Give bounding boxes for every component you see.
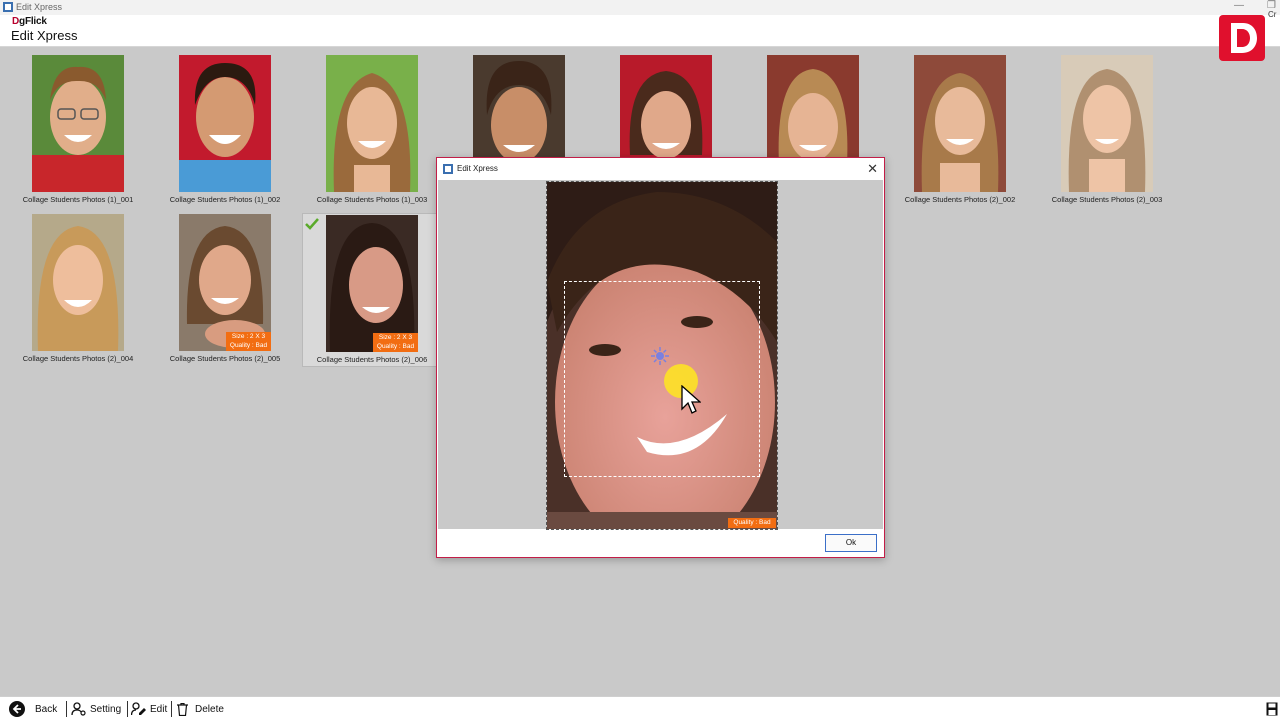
photo-thumbnail xyxy=(32,214,124,351)
back-arrow-icon xyxy=(9,701,25,717)
dgflick-logo xyxy=(1219,15,1265,61)
user-settings-icon xyxy=(71,702,86,716)
quality-badge: Size : 2 X 3 Quality : Bad xyxy=(373,333,418,352)
photo-tile[interactable]: Collage Students Photos (2)_003 xyxy=(1033,55,1162,205)
photo-caption: Collage Students Photos (1)_003 xyxy=(316,195,428,204)
photo-tile[interactable]: Collage Students Photos (1)_002 xyxy=(151,55,280,205)
mouse-cursor-icon xyxy=(681,385,701,414)
minimize-icon[interactable]: — xyxy=(1234,0,1244,11)
photo-caption: Collage Students Photos (2)_004 xyxy=(22,354,134,363)
edit-user-icon xyxy=(131,702,146,716)
edit-photo[interactable]: Quality : Bad xyxy=(546,181,778,530)
bottom-toolbar: Back Setting Edit Delete xyxy=(0,696,1280,721)
window-title: Edit Xpress xyxy=(16,2,63,12)
photo-thumbnail: Size : 2 X 3 Quality : Bad xyxy=(326,215,418,352)
photo-tile-selected[interactable]: Size : 2 X 3 Quality : Bad Collage Stude… xyxy=(302,213,440,367)
photo-caption: Collage Students Photos (2)_003 xyxy=(1051,195,1163,204)
photo-caption: Collage Students Photos (2)_005 xyxy=(169,354,281,363)
back-label: Back xyxy=(35,703,58,715)
ok-button[interactable]: Ok xyxy=(825,534,877,552)
photo-tile[interactable]: Collage Students Photos (2)_002 xyxy=(886,55,1015,205)
brand-logo-text: DgFlick xyxy=(12,16,47,27)
setting-button[interactable]: Setting xyxy=(71,701,121,717)
photo-tile[interactable]: Collage Students Photos (2)_004 xyxy=(4,214,133,364)
delete-label: Delete xyxy=(195,703,224,715)
header-overflow-text: Cr xyxy=(1268,10,1277,19)
window-titlebar: Edit Xpress — ❐ xyxy=(0,0,1280,15)
back-button[interactable]: Back xyxy=(9,701,57,717)
dialog-titlebar: Edit Xpress ✕ xyxy=(437,158,884,180)
checkmark-icon xyxy=(305,218,319,230)
crop-frame[interactable] xyxy=(564,281,760,477)
app-header: DgFlick Edit Xpress xyxy=(0,15,1280,47)
quality-badge: Size : 2 X 3 Quality : Bad xyxy=(226,332,271,351)
photo-thumbnail: Size : 2 X 3 Quality : Bad xyxy=(179,214,271,351)
photo-thumbnail xyxy=(1061,55,1153,192)
photo-caption: Collage Students Photos (1)_001 xyxy=(22,195,134,204)
photo-tile[interactable]: Collage Students Photos (1)_003 xyxy=(298,55,427,205)
dialog-canvas: Quality : Bad xyxy=(438,180,883,530)
close-icon[interactable]: ✕ xyxy=(867,161,878,177)
edit-label: Edit xyxy=(150,703,168,715)
save-icon[interactable] xyxy=(1266,702,1278,716)
photo-thumbnail xyxy=(179,55,271,192)
toolbar-divider xyxy=(171,701,172,717)
toolbar-divider xyxy=(127,701,128,717)
photo-thumbnail xyxy=(326,55,418,192)
photo-caption: Collage Students Photos (2)_002 xyxy=(904,195,1016,204)
photo-thumbnail xyxy=(914,55,1006,192)
setting-label: Setting xyxy=(90,703,122,715)
edit-button[interactable]: Edit xyxy=(131,701,167,717)
trash-icon xyxy=(177,702,188,716)
quality-badge: Quality : Bad xyxy=(728,518,776,528)
dialog-title: Edit Xpress xyxy=(457,164,498,173)
rotate-handle-icon[interactable] xyxy=(651,347,669,365)
edit-xpress-dialog: Edit Xpress ✕ Quality: Bad Ok xyxy=(436,157,885,558)
page-title: Edit Xpress xyxy=(11,28,78,43)
photo-caption: Collage Students Photos (2)_006 xyxy=(316,355,428,364)
photo-tile[interactable]: Size : 2 X 3 Quality : Bad Collage Stude… xyxy=(151,214,280,364)
delete-button[interactable]: Delete xyxy=(177,701,224,717)
photo-caption: Collage Students Photos (1)_002 xyxy=(169,195,281,204)
app-icon xyxy=(3,2,13,12)
toolbar-divider xyxy=(66,701,67,717)
photo-thumbnail xyxy=(32,55,124,192)
photo-tile[interactable]: Collage Students Photos (1)_001 xyxy=(4,55,133,205)
dialog-app-icon xyxy=(443,164,453,174)
